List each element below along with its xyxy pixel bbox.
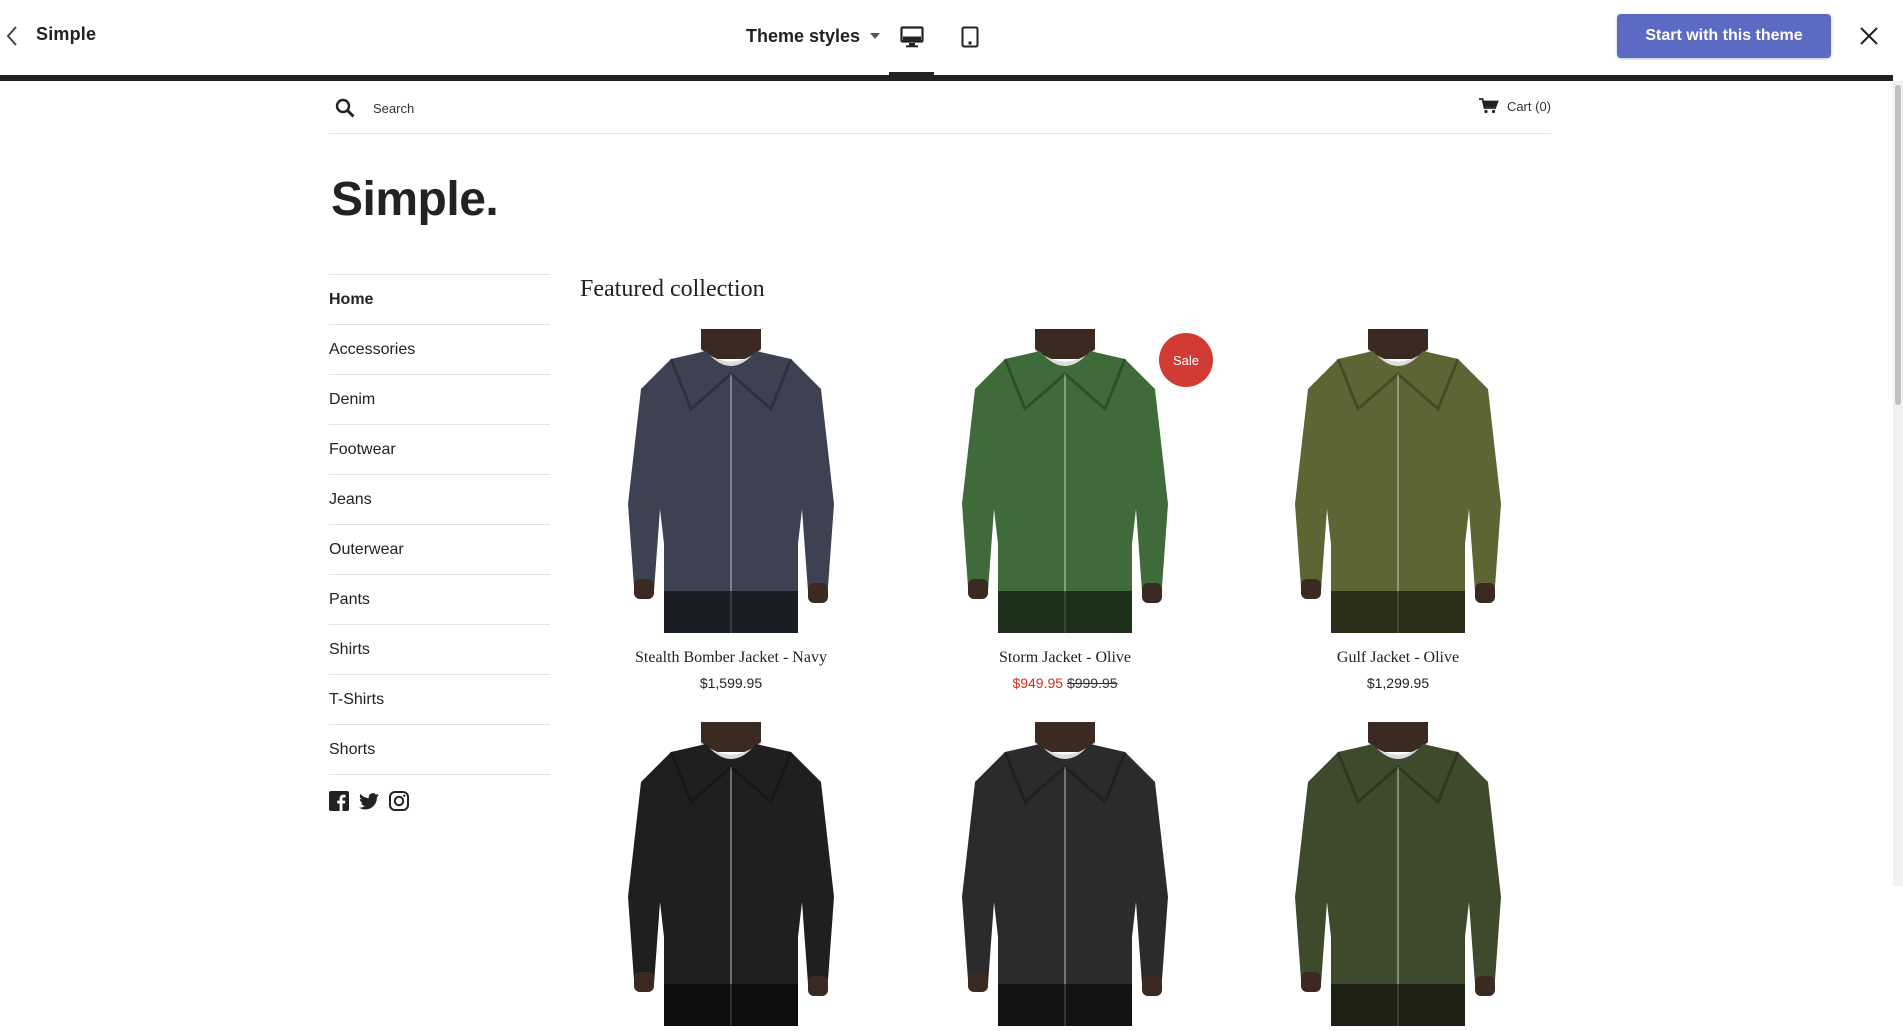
sidebar-item-outerwear[interactable]: Outerwear <box>329 524 550 574</box>
price-compare: $999.95 <box>1066 675 1118 691</box>
sidebar-nav: Home Accessories Denim Footwear Jeans Ou… <box>329 274 550 775</box>
product-image[interactable] <box>576 329 886 633</box>
sidebar-item-home[interactable]: Home <box>329 274 550 324</box>
sidebar-item-t-shirts[interactable]: T-Shirts <box>329 674 550 724</box>
search-input[interactable] <box>371 96 775 120</box>
chevron-left-icon <box>6 26 17 46</box>
jacket-illustration <box>1295 329 1501 633</box>
sale-badge: Sale <box>1159 333 1213 387</box>
preview-frame-border <box>0 75 1893 81</box>
sidebar-item-denim[interactable]: Denim <box>329 374 550 424</box>
store-logo[interactable]: Simple. <box>331 172 499 227</box>
back-button[interactable] <box>2 22 22 50</box>
product-name[interactable]: Stealth Bomber Jacket - Navy <box>576 649 886 667</box>
scrollbar-thumb[interactable] <box>1895 85 1901 405</box>
close-icon <box>1860 27 1878 45</box>
sidebar-item-accessories[interactable]: Accessories <box>329 324 550 374</box>
start-with-theme-button[interactable]: Start with this theme <box>1617 14 1831 58</box>
instagram-icon[interactable] <box>389 791 409 811</box>
jacket-illustration <box>962 722 1168 1026</box>
theme-styles-dropdown[interactable]: Theme styles <box>746 22 881 50</box>
editor-topbar: Simple Theme styles Start with this them… <box>0 0 1903 75</box>
store-header: Cart (0) <box>329 82 1551 134</box>
theme-styles-label: Theme styles <box>746 25 861 46</box>
product-price: $1,299.95 <box>1243 675 1553 691</box>
desktop-view-button[interactable] <box>889 19 935 55</box>
product-name[interactable]: Gulf Jacket - Olive <box>1243 649 1553 667</box>
close-button[interactable] <box>1855 22 1883 50</box>
chevron-down-icon <box>870 33 881 39</box>
mobile-icon <box>961 26 979 48</box>
twitter-icon[interactable] <box>359 792 379 810</box>
product-name[interactable]: Storm Jacket - Olive <box>910 649 1220 667</box>
jacket-illustration <box>628 722 834 1026</box>
social-links <box>329 791 409 811</box>
section-title: Featured collection <box>580 276 765 302</box>
price-sale: $949.95 <box>1012 675 1064 691</box>
jacket-illustration <box>628 329 834 633</box>
facebook-icon[interactable] <box>329 791 349 811</box>
sidebar-item-shorts[interactable]: Shorts <box>329 724 550 774</box>
price-regular: $1,599.95 <box>699 675 763 691</box>
mobile-view-button[interactable] <box>947 19 993 55</box>
product-image[interactable] <box>576 722 886 1026</box>
sidebar-item-jeans[interactable]: Jeans <box>329 474 550 524</box>
product-image[interactable] <box>1243 722 1553 1026</box>
product-price: $949.95 $999.95 <box>910 675 1220 691</box>
product-image[interactable] <box>910 722 1220 1026</box>
sidebar-item-pants[interactable]: Pants <box>329 574 550 624</box>
theme-name: Simple <box>36 24 97 44</box>
sidebar-divider <box>329 774 550 775</box>
jacket-illustration <box>1295 722 1501 1026</box>
cart-icon <box>1478 98 1499 114</box>
cart-link[interactable]: Cart (0) <box>1478 98 1551 114</box>
cart-label: Cart (0) <box>1506 98 1551 114</box>
desktop-icon <box>900 26 924 48</box>
price-regular: $1,299.95 <box>1366 675 1430 691</box>
product-image[interactable] <box>1243 329 1553 633</box>
search-icon[interactable] <box>335 98 355 123</box>
sidebar-item-footwear[interactable]: Footwear <box>329 424 550 474</box>
sidebar-item-shirts[interactable]: Shirts <box>329 624 550 674</box>
preview-scrollbar[interactable] <box>1893 81 1903 886</box>
product-price: $1,599.95 <box>576 675 886 691</box>
